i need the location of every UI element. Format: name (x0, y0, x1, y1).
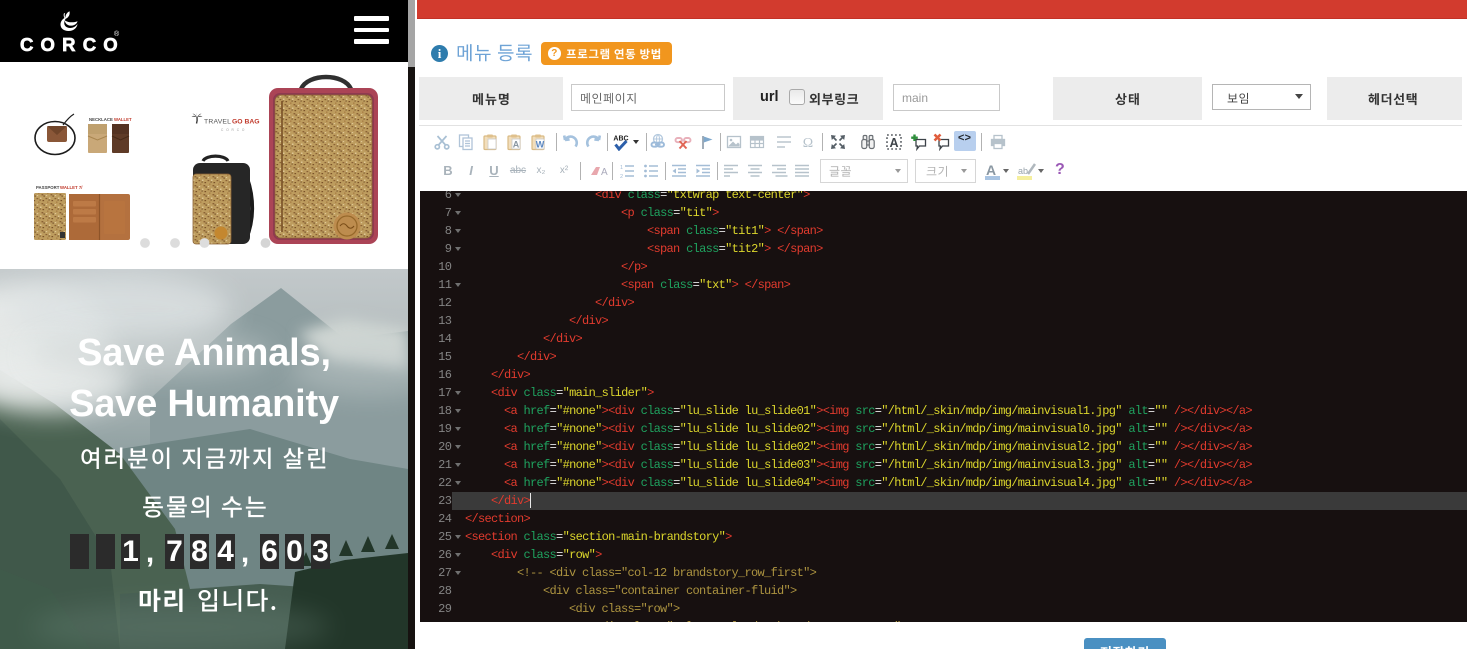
svg-text:A: A (601, 167, 608, 178)
svg-text:2: 2 (620, 174, 623, 180)
svg-text:A: A (889, 136, 898, 150)
svg-text:A: A (513, 140, 520, 150)
svg-text:1: 1 (620, 165, 623, 171)
svg-text:WALLET 7/: WALLET 7/ (60, 185, 83, 190)
svg-text:W: W (536, 140, 545, 150)
svg-text:NECKLACE: NECKLACE (89, 117, 113, 122)
svg-text:WALLET: WALLET (114, 117, 132, 122)
svg-text:TRAVEL: TRAVEL (204, 119, 231, 126)
svg-text:GO BAG: GO BAG (232, 119, 260, 126)
svg-text:C O R C O: C O R C O (221, 128, 245, 132)
svg-text:PASSPORT: PASSPORT (36, 185, 60, 190)
svg-text:Ω: Ω (803, 136, 813, 151)
svg-text:ab: ab (1018, 166, 1028, 176)
